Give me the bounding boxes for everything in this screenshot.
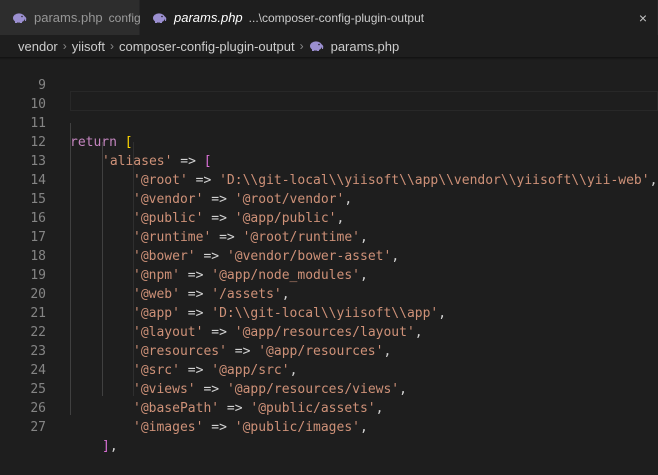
close-icon[interactable]: ×: [633, 10, 647, 26]
php-elephant-icon: [13, 12, 27, 23]
line-number: 27: [30, 420, 46, 435]
code-line: 21 '@layout' => '@app/resources/layout',: [0, 285, 658, 340]
code-line: 26 '@images' => '@public/images',: [0, 380, 658, 435]
php-elephant-icon: [153, 12, 167, 23]
code-line: 10: [0, 76, 658, 112]
bracket: ]: [102, 439, 110, 454]
code-line: 15 '@public' => '@app/public',: [0, 171, 658, 226]
comma: ,: [109, 439, 118, 454]
editor-tab-bar: params.php config params.php ...\compose…: [0, 0, 658, 35]
code-line: 13 '@root' => 'D:\\git-local\\yiisoft\\a…: [0, 133, 658, 188]
breadcrumb-item-composer-config-plugin-output[interactable]: composer-config-plugin-output: [119, 39, 295, 54]
chevron-right-icon: ›: [109, 39, 114, 53]
code-line: 22 '@resources' => '@app/resources',: [0, 304, 658, 359]
php-elephant-icon: [309, 41, 323, 51]
code-line: 23 '@src' => '@app/src',: [0, 323, 658, 378]
code-line: 9: [0, 57, 658, 93]
code-text: ],: [102, 437, 118, 456]
code-line: 14 '@vendor' => '@root/vendor',: [0, 152, 658, 207]
breadcrumb-item-yiisoft[interactable]: yiisoft: [72, 39, 105, 54]
code-editor[interactable]: 9 10 11 return [ 12 'aliases' => [ 13 '@…: [0, 57, 658, 454]
breadcrumb-item-params-php[interactable]: params.php: [331, 39, 400, 54]
code-line: 19 '@web' => '/assets',: [0, 247, 658, 302]
code-line: 27 ],: [0, 399, 658, 454]
arrow-operator: =>: [211, 420, 227, 435]
tab-params-composer-output[interactable]: params.php ...\composer-config-plugin-ou…: [140, 0, 658, 35]
code-line: 17 '@bower' => '@vendor/bower-asset',: [0, 209, 658, 264]
tab-params-config[interactable]: params.php config: [0, 0, 141, 35]
code-line: 25 '@basePath' => '@public/assets',: [0, 361, 658, 416]
code-line: 18 '@npm' => '@app/node_modules',: [0, 228, 658, 283]
code-line: 20 '@app' => 'D:\\git-local\\yiisoft\\ap…: [0, 266, 658, 321]
comma: ,: [360, 420, 368, 435]
tab-filename: params.php: [34, 10, 103, 25]
code-text: '@images' => '@public/images',: [133, 418, 368, 437]
chevron-right-icon: ›: [299, 39, 304, 53]
chevron-right-icon: ›: [62, 39, 67, 53]
breadcrumb-item-vendor[interactable]: vendor: [18, 39, 58, 54]
tab-description: config: [108, 10, 141, 25]
code-line: 11 return [: [0, 95, 658, 150]
tab-description: ...\composer-config-plugin-output: [248, 10, 425, 25]
code-line: 24 '@views' => '@app/resources/views',: [0, 342, 658, 397]
string-key: '@images': [133, 420, 204, 435]
code-line: 16 '@runtime' => '@root/runtime',: [0, 190, 658, 245]
string-value: '@public/images': [234, 420, 360, 435]
code-line: 12 'aliases' => [: [0, 114, 658, 169]
tab-filename: params.php: [174, 10, 243, 25]
breadcrumb: vendor › yiisoft › composer-config-plugi…: [0, 35, 658, 57]
